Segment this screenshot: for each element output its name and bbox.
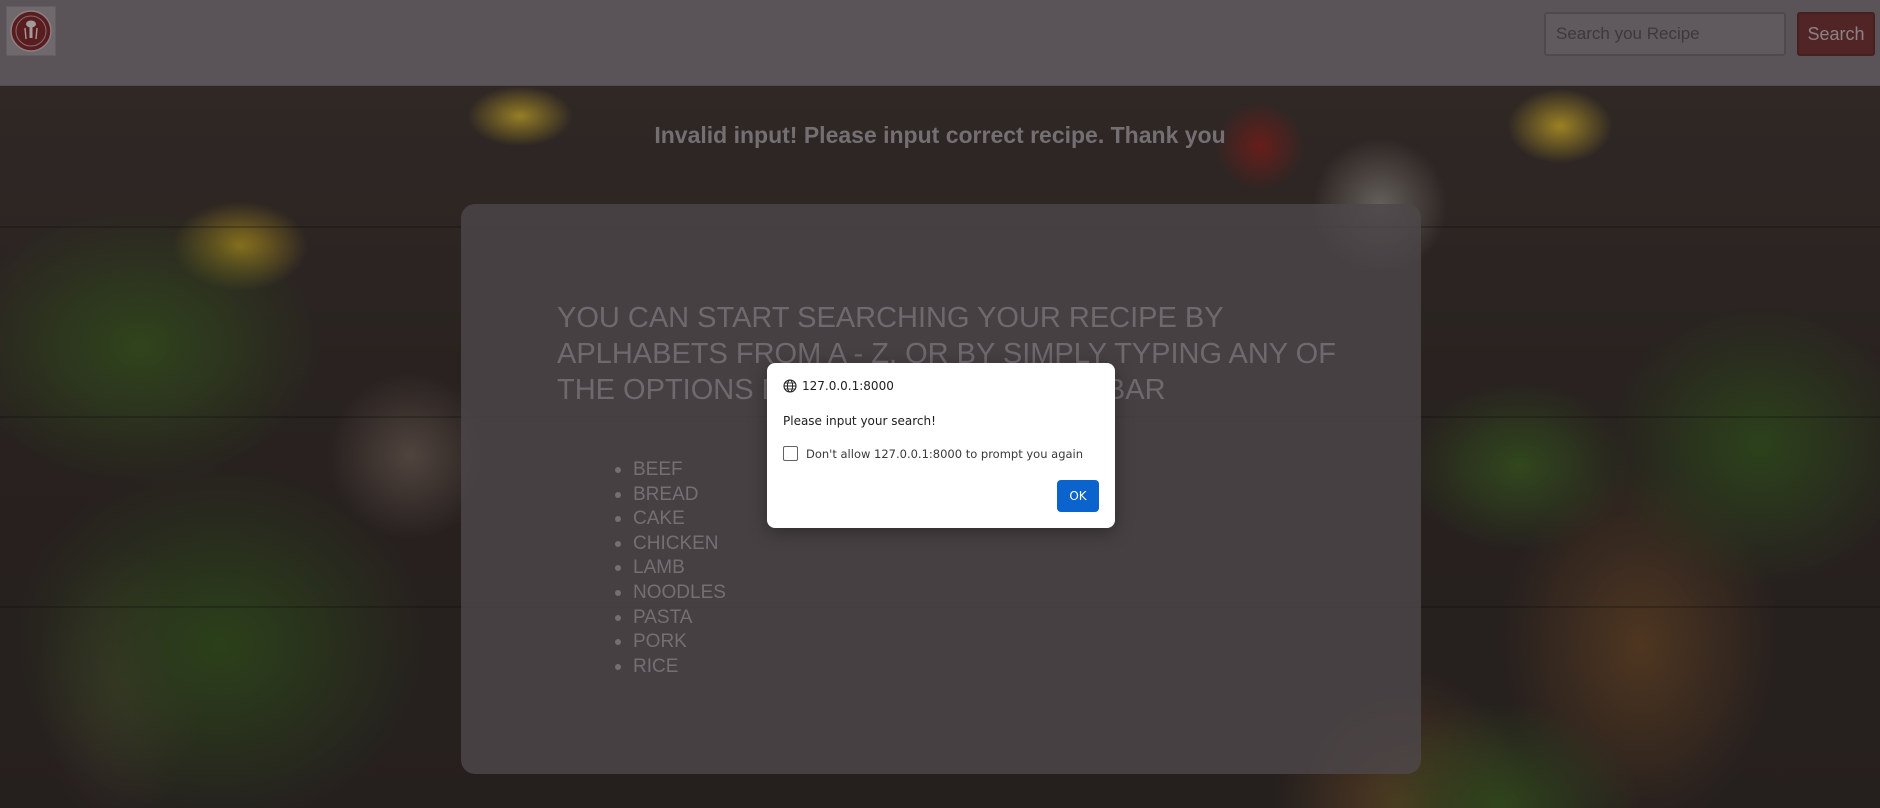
- ok-button[interactable]: OK: [1057, 480, 1099, 512]
- globe-icon: [783, 379, 797, 393]
- checkbox-label: Don't allow 127.0.0.1:8000 to prompt you…: [806, 446, 1084, 461]
- dialog-origin: 127.0.0.1:8000: [783, 379, 894, 393]
- dialog-origin-text: 127.0.0.1:8000: [802, 379, 894, 393]
- dont-allow-prompt-checkbox[interactable]: Don't allow 127.0.0.1:8000 to prompt you…: [783, 446, 1083, 461]
- dialog-message: Please input your search!: [783, 414, 936, 428]
- alert-dialog: 127.0.0.1:8000 Please input your search!…: [767, 363, 1115, 528]
- checkbox-box[interactable]: [783, 446, 798, 461]
